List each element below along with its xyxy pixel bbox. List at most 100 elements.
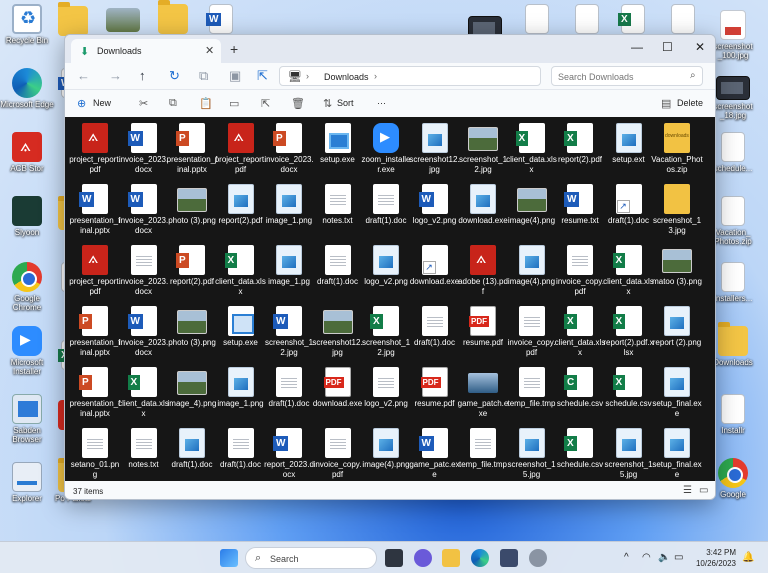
file-item[interactable]: setano_01.png bbox=[69, 426, 121, 481]
tab-close-icon[interactable]: ✕ bbox=[205, 44, 214, 57]
desktop-item[interactable]: ACB Stor bbox=[0, 132, 54, 173]
close-window-button[interactable]: ✕ bbox=[695, 40, 705, 54]
file-item[interactable]: client_data.xlsx bbox=[215, 243, 267, 303]
file-item[interactable]: invoice_copy.pdf bbox=[506, 304, 558, 364]
share-icon[interactable]: ⇱ bbox=[257, 68, 268, 84]
file-item[interactable]: presentation_final.pptx bbox=[166, 121, 218, 181]
file-item[interactable]: resume.pdf bbox=[457, 304, 509, 364]
file-item[interactable]: presentation_final.pptx bbox=[69, 365, 121, 425]
battery-icon[interactable]: ▭ bbox=[674, 552, 683, 563]
file-item[interactable]: download.exe bbox=[457, 182, 509, 242]
settings-icon[interactable] bbox=[529, 549, 547, 567]
file-item[interactable]: screenshot_15.jpg bbox=[603, 426, 655, 481]
rename-icon[interactable]: ▭ bbox=[229, 97, 239, 110]
file-item[interactable]: report(2).pdf bbox=[166, 243, 218, 303]
delete-icon[interactable]: 🗑 bbox=[291, 97, 305, 110]
file-explorer-icon[interactable] bbox=[442, 549, 460, 567]
search-input[interactable] bbox=[558, 69, 678, 84]
file-item[interactable]: screenshot_13.jpg bbox=[651, 182, 703, 242]
file-item[interactable]: presentation_final.pptx bbox=[69, 182, 121, 242]
file-item[interactable]: invoice_2023.docx bbox=[263, 121, 315, 181]
details-view-icon[interactable]: ☰ bbox=[683, 485, 692, 496]
file-item[interactable]: screenshot12.jpg bbox=[312, 304, 364, 364]
file-item[interactable]: screenshot12.jpg bbox=[409, 121, 461, 181]
clipboard-icon[interactable]: ⧉ bbox=[199, 68, 208, 84]
notification-icon[interactable]: 🔔 bbox=[742, 552, 754, 563]
file-item[interactable]: client_data.xlsx bbox=[554, 304, 606, 364]
new-tab-button[interactable]: + bbox=[230, 41, 238, 57]
teams-icon[interactable] bbox=[414, 549, 432, 567]
file-item[interactable]: image_1.png bbox=[263, 182, 315, 242]
desktop-item[interactable] bbox=[146, 0, 200, 34]
file-item[interactable]: download.exe bbox=[312, 365, 364, 425]
taskbar-search[interactable]: ⌕ Search bbox=[245, 547, 377, 569]
file-item[interactable]: draft(1).doc bbox=[215, 426, 267, 481]
file-item[interactable]: matoo (3).png bbox=[651, 243, 703, 303]
new-button[interactable]: New bbox=[93, 98, 111, 108]
file-item[interactable]: notes.txt bbox=[118, 426, 170, 481]
delete-button[interactable]: Delete bbox=[677, 98, 703, 108]
desktop-item[interactable] bbox=[194, 4, 248, 34]
file-item[interactable]: resume.txt bbox=[554, 182, 606, 242]
file-item[interactable]: report (2).png bbox=[651, 304, 703, 364]
clock[interactable]: 3:42 PM 10/26/2023 bbox=[686, 547, 736, 569]
file-item[interactable]: draft(1).doc bbox=[312, 243, 364, 303]
file-item[interactable]: invoice_2023.docx bbox=[118, 182, 170, 242]
file-item[interactable]: invoice_copy.pdf bbox=[554, 243, 606, 303]
file-item[interactable]: setup.ext bbox=[603, 121, 655, 181]
task-view-icon[interactable] bbox=[385, 549, 403, 567]
file-item[interactable]: zoom_installer.exe bbox=[360, 121, 412, 181]
file-item[interactable]: invoice_2023.docx bbox=[118, 304, 170, 364]
file-item[interactable]: draft(1).doc bbox=[263, 365, 315, 425]
file-item[interactable]: setup.exe bbox=[312, 121, 364, 181]
maximize-button[interactable]: ☐ bbox=[662, 40, 673, 54]
paste-icon[interactable]: 📋 bbox=[199, 97, 213, 110]
up-button[interactable]: ↑ bbox=[139, 68, 146, 83]
share-icon[interactable]: ⇱ bbox=[261, 97, 270, 110]
file-item[interactable]: screenshot_12.jpg bbox=[457, 121, 509, 181]
file-item[interactable]: schedule.csv bbox=[554, 365, 606, 425]
file-item[interactable]: image_1.png bbox=[215, 365, 267, 425]
file-item[interactable]: draft(1).doc bbox=[409, 304, 461, 364]
file-item[interactable]: setup_final.exe bbox=[651, 365, 703, 425]
file-item[interactable]: logo_v2.png bbox=[409, 182, 461, 242]
file-item[interactable]: game_patch.exe bbox=[457, 365, 509, 425]
file-item[interactable]: invoice_2023.docx bbox=[118, 121, 170, 181]
file-item[interactable]: draft(1).doc bbox=[603, 182, 655, 242]
file-item[interactable]: invoice_copy.pdf bbox=[312, 426, 364, 481]
file-item[interactable]: setup.exe bbox=[215, 304, 267, 364]
file-item[interactable]: client_data.xlsx bbox=[118, 365, 170, 425]
copy-icon[interactable]: ⧉ bbox=[169, 97, 177, 110]
file-item[interactable]: Vacation_Photos.zip bbox=[651, 121, 703, 181]
file-item[interactable]: download.exe bbox=[409, 243, 461, 303]
file-item[interactable]: draft(1).doc bbox=[360, 182, 412, 242]
sort-button[interactable]: Sort bbox=[337, 98, 354, 108]
file-item[interactable]: screenshot_12.jpg bbox=[360, 304, 412, 364]
file-item[interactable]: adobe (13).pdf bbox=[457, 243, 509, 303]
volume-icon[interactable]: 🔈 bbox=[658, 552, 670, 563]
file-item[interactable]: setup_final.exe bbox=[651, 426, 703, 481]
desktop-item[interactable] bbox=[96, 4, 150, 32]
file-item[interactable]: report(2).pdf bbox=[215, 182, 267, 242]
cut-icon[interactable]: ✂ bbox=[139, 97, 148, 110]
file-item[interactable]: project_report.pdf bbox=[69, 243, 121, 303]
file-item[interactable]: image_4).png bbox=[166, 365, 218, 425]
file-item[interactable]: logo_v2.png bbox=[360, 243, 412, 303]
forward-button[interactable]: → bbox=[109, 68, 122, 83]
file-item[interactable]: notes.txt bbox=[312, 182, 364, 242]
back-button[interactable]: ← bbox=[77, 68, 90, 83]
file-item[interactable]: report(2).pdf.xlsx bbox=[603, 304, 655, 364]
file-item[interactable]: invoice_2023.docx bbox=[118, 243, 170, 303]
file-item[interactable]: report_2023.docx bbox=[263, 426, 315, 481]
sidebar-toggle-icon[interactable]: ▣ bbox=[229, 68, 241, 84]
store-icon[interactable] bbox=[500, 549, 518, 567]
file-item[interactable]: resume.pdf bbox=[409, 365, 461, 425]
desktop-item[interactable] bbox=[656, 4, 710, 34]
file-item[interactable]: image(4).png bbox=[506, 182, 558, 242]
more-options-button[interactable]: ··· bbox=[377, 98, 386, 108]
file-item[interactable]: image(4).png bbox=[360, 426, 412, 481]
tray-chevron-icon[interactable]: ^ bbox=[624, 552, 629, 563]
file-item[interactable]: client_data.xlsx bbox=[506, 121, 558, 181]
start-icon[interactable] bbox=[220, 549, 238, 567]
file-item[interactable]: temp_file.tmp bbox=[506, 365, 558, 425]
